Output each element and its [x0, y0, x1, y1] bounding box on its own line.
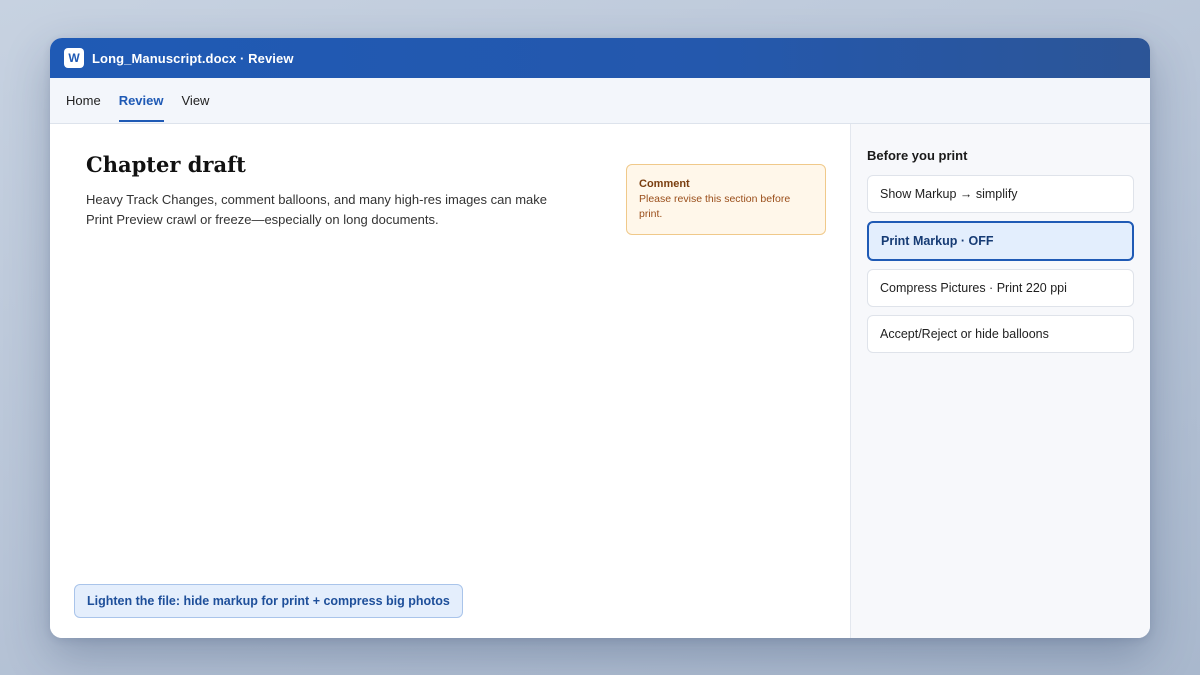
- word-app-icon: W: [64, 48, 84, 68]
- comment-label: Comment: [639, 178, 690, 190]
- accept-reject-option[interactable]: Accept/Reject or hide balloons: [867, 315, 1134, 353]
- tab-home[interactable]: Home: [66, 78, 101, 123]
- before-print-panel: Before you print Show Markup → simplify …: [850, 124, 1150, 638]
- comment-text: Please revise this section before print.: [639, 193, 791, 220]
- ribbon-tabs: Home Review View: [50, 78, 1150, 124]
- document-canvas: Chapter draft Heavy Track Changes, comme…: [50, 124, 850, 638]
- document-heading: Chapter draft: [86, 152, 246, 177]
- app-window: W Long_Manuscript.docx · Review Home Rev…: [50, 38, 1150, 638]
- comment-balloon[interactable]: Comment Please revise this section befor…: [626, 164, 826, 235]
- panel-title: Before you print: [867, 148, 968, 163]
- print-markup-option[interactable]: Print Markup · OFF: [867, 221, 1134, 261]
- document-body-text: Heavy Track Changes, comment balloons, a…: [86, 192, 547, 227]
- tab-view[interactable]: View: [182, 78, 210, 123]
- compress-pictures-option[interactable]: Compress Pictures · Print 220 ppi: [867, 269, 1134, 307]
- window-title: Long_Manuscript.docx · Review: [92, 50, 294, 66]
- show-markup-option[interactable]: Show Markup → simplify: [867, 175, 1134, 213]
- content-area: Chapter draft Heavy Track Changes, comme…: [50, 124, 1150, 638]
- tab-review[interactable]: Review: [118, 78, 164, 123]
- title-bar: W Long_Manuscript.docx · Review: [50, 38, 1150, 78]
- lighten-file-button[interactable]: Lighten the file: hide markup for print …: [74, 584, 463, 618]
